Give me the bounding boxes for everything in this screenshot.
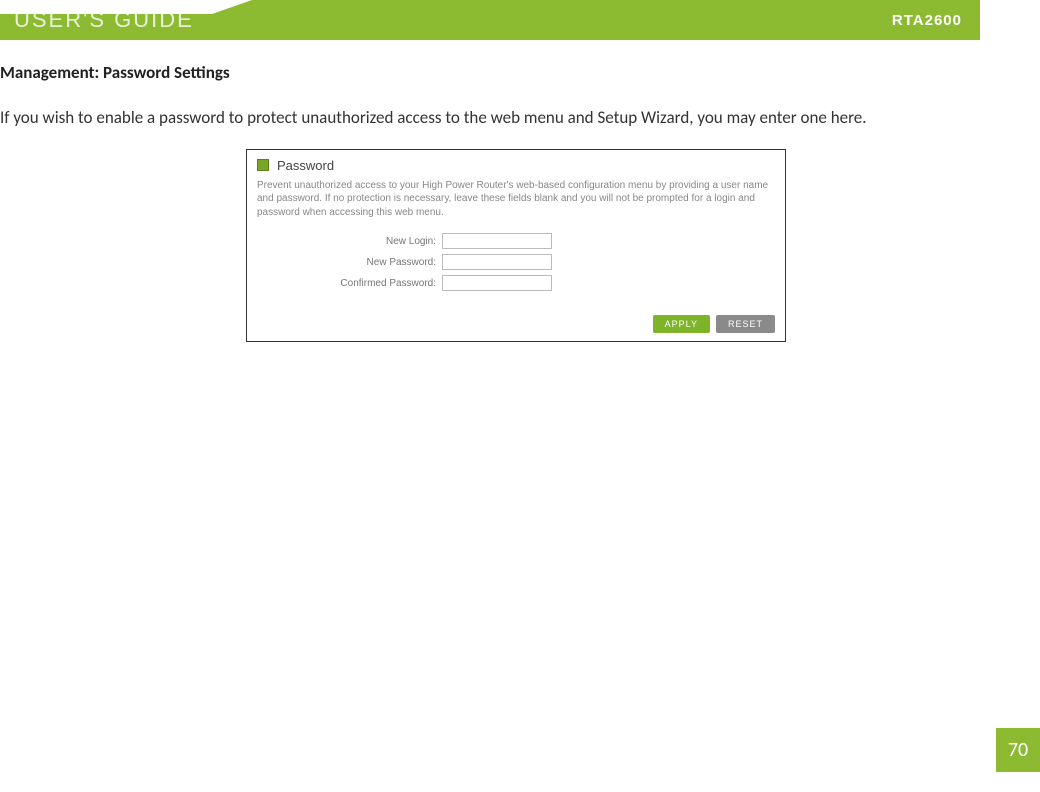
page-number: 70 (996, 728, 1040, 772)
section-description: If you wish to enable a password to prot… (0, 105, 1032, 131)
apply-button[interactable]: APPLY (653, 315, 710, 333)
panel-buttons: APPLY RESET (257, 315, 775, 333)
panel-heading: Password (257, 158, 775, 173)
section-title: Management: Password Settings (0, 62, 1032, 83)
confirm-password-input[interactable] (442, 275, 552, 291)
reset-button[interactable]: RESET (716, 315, 775, 333)
confirm-password-label: Confirmed Password: (257, 278, 442, 289)
panel-description: Prevent unauthorized access to your High… (257, 179, 775, 220)
new-login-input[interactable] (442, 233, 552, 249)
panel-heading-text: Password (277, 158, 334, 173)
form-row-login: New Login: (257, 233, 775, 249)
form-row-confirm: Confirmed Password: (257, 275, 775, 291)
page-content: Management: Password Settings If you wis… (0, 40, 1040, 342)
password-panel: Password Prevent unauthorized access to … (246, 149, 786, 343)
new-password-label: New Password: (257, 257, 442, 268)
new-login-label: New Login: (257, 236, 442, 247)
square-icon (257, 159, 269, 171)
new-password-input[interactable] (442, 254, 552, 270)
header-tab-notch (0, 0, 212, 14)
form-row-password: New Password: (257, 254, 775, 270)
header-tab-diagonal (212, 0, 252, 14)
header-model: RTA2600 (892, 12, 962, 29)
